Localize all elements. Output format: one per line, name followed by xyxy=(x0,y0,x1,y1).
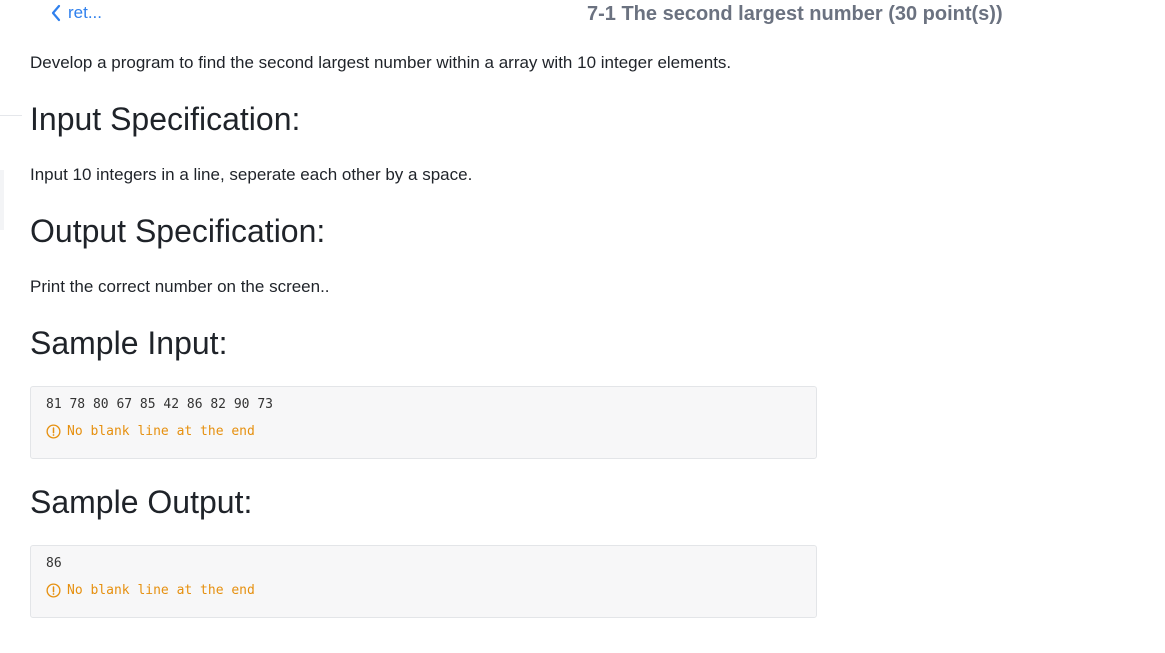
side-edge xyxy=(0,170,4,230)
divider xyxy=(0,115,22,116)
warning-circle-icon xyxy=(46,424,61,439)
warning-circle-icon xyxy=(46,583,61,598)
output-spec-heading: Output Specification: xyxy=(30,213,326,249)
problem-description: Develop a program to find the second lar… xyxy=(30,53,732,72)
sample-output-heading: Sample Output: xyxy=(30,484,253,520)
input-spec-text: Input 10 integers in a line, seperate ea… xyxy=(30,165,473,184)
input-spec-heading: Input Specification: xyxy=(30,101,301,137)
problem-title: 7-1 The second largest number (30 point(… xyxy=(587,3,1003,25)
chevron-left-icon xyxy=(51,4,61,22)
sample-output-code: 86 xyxy=(46,556,62,571)
back-link-label: ret... xyxy=(68,3,103,22)
sample-input-box[interactable]: 81 78 80 67 85 42 86 82 90 73 No blank l… xyxy=(30,386,817,459)
sample-input-code: 81 78 80 67 85 42 86 82 90 73 xyxy=(46,397,273,412)
output-spec-text: Print the correct number on the screen.. xyxy=(30,277,330,296)
sample-output-note: No blank line at the end xyxy=(46,583,255,598)
back-link[interactable]: ret... xyxy=(50,3,102,23)
sample-input-heading: Sample Input: xyxy=(30,325,228,361)
top-bar: ret... 7-1 The second largest number (30… xyxy=(0,0,1165,34)
sample-input-note-text: No blank line at the end xyxy=(67,424,255,439)
sample-input-note: No blank line at the end xyxy=(46,424,255,439)
sample-output-box[interactable]: 86 No blank line at the end xyxy=(30,545,817,618)
sample-output-note-text: No blank line at the end xyxy=(67,583,255,598)
